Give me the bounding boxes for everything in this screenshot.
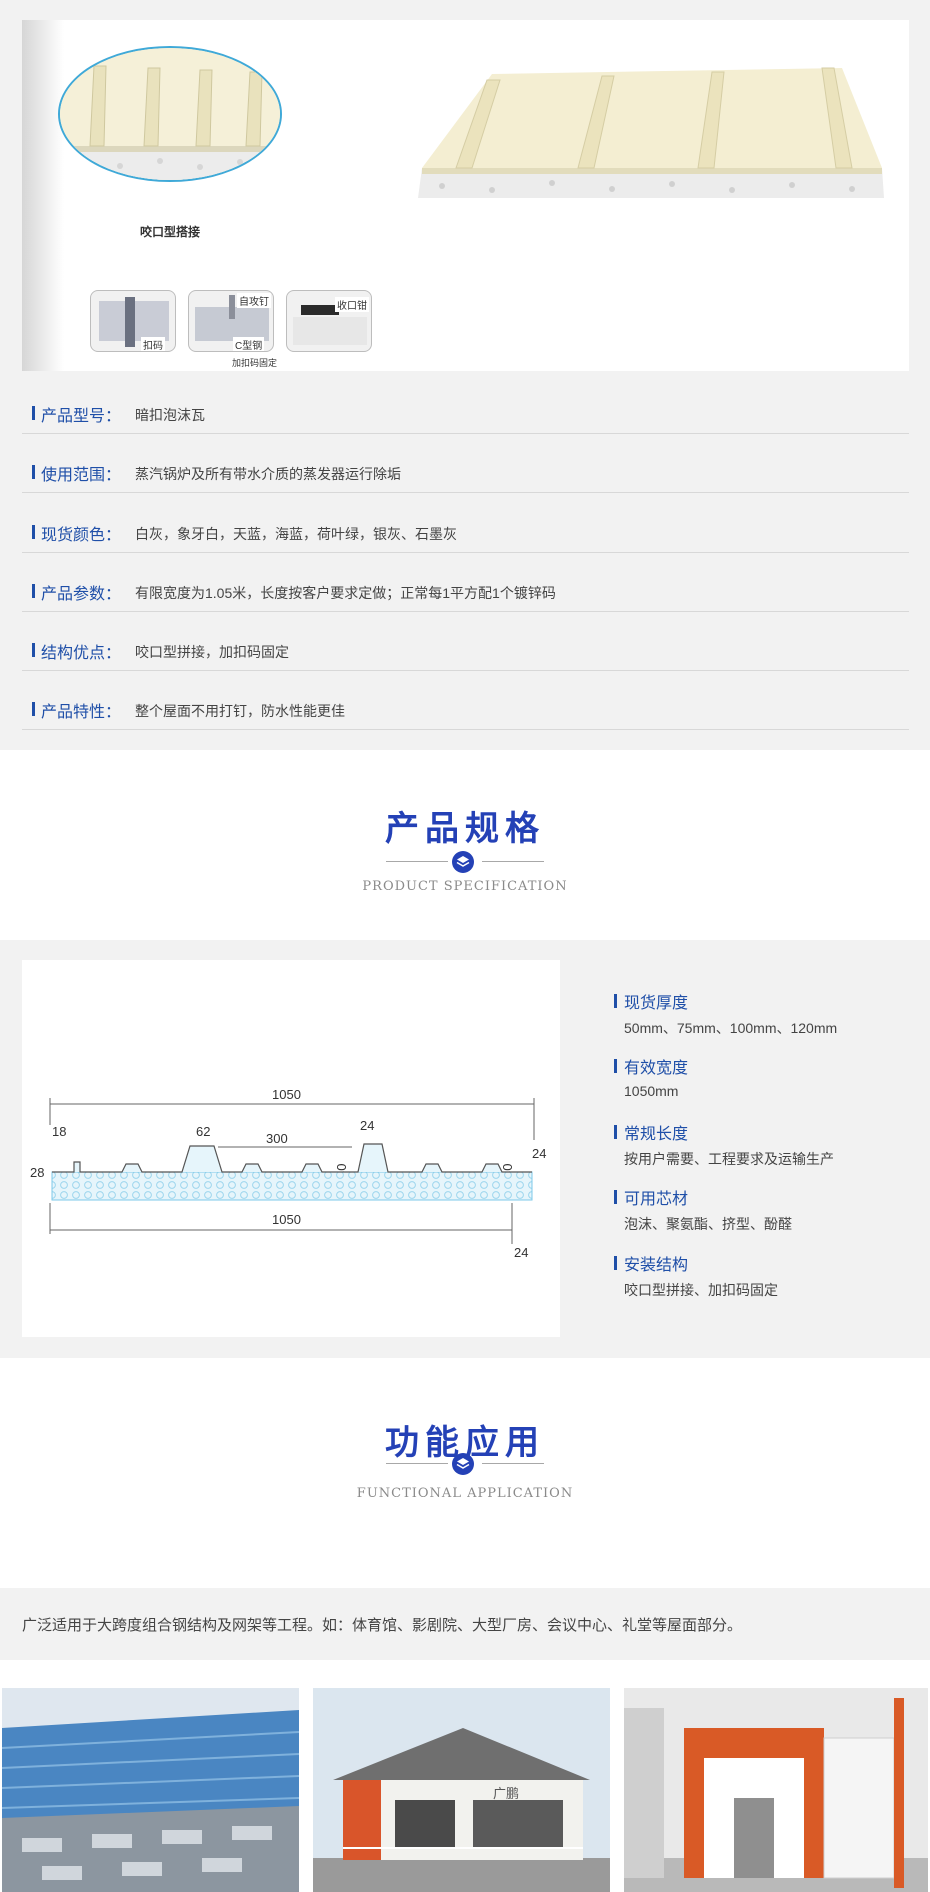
property-value: 白灰，象牙白，天蓝，海蓝，荷叶绿，银灰、石墨灰 [135,526,457,542]
photo-house: 广鹏 [313,1688,610,1892]
property-label: 结构优点： [41,645,122,662]
spec-title-divider [386,851,544,873]
spec-label: 安装结构 [624,1257,689,1274]
divider-line [482,861,544,862]
row-marker [32,406,35,420]
spec-marker [614,1059,617,1073]
specification-section: 1050 18 62 300 24 28 30 30 24 1050 24 现货… [0,940,930,1358]
thumb-screw: 自攻钉 C型钢 [188,290,274,352]
dim-top-width: 1050 [272,1087,301,1102]
house-sign: 广鹏 [493,1787,519,1802]
spec-marker [614,994,617,1008]
property-row-features: 产品特性： 整个屋面不用打钉，防水性能更佳 [22,686,909,730]
spec-label: 现货厚度 [624,995,689,1012]
thumb-label-pliers: 收口钳 [335,297,369,312]
dim-62: 62 [196,1124,210,1139]
row-marker [32,584,35,598]
spec-label: 常规长度 [624,1126,689,1143]
hero-shadow-edge [22,20,64,371]
thumb-label-screw: 自攻钉 [237,293,271,308]
property-row-colors: 现货颜色： 白灰，象牙白，天蓝，海蓝，荷叶绿，银灰、石墨灰 [22,509,909,553]
spec-marker [614,1190,617,1204]
property-value: 蒸汽锅炉及所有带水介质的蒸发器运行除垢 [135,466,401,482]
dim-bottom-width: 1050 [272,1212,301,1227]
thumb-label-clip: 扣码 [141,337,165,351]
photo-factory-roof [2,1688,299,1892]
sandwich-panel-illustration [418,67,884,198]
thumb-subcaption: 加扣码固定 [232,358,278,368]
application-description: 广泛适用于大跨度组合钢结构及网架等工程。如：体育馆、影剧院、大型厂房、会议中心、… [22,1617,743,1634]
property-row-model: 产品型号： 暗扣泡沫瓦 [22,390,909,434]
spec-marker [614,1125,617,1139]
dim-18: 18 [52,1124,66,1139]
property-row-params: 产品参数： 有限宽度为1.05米，长度按客户要求定做；正常每1平方配1个镀锌码 [22,568,909,612]
product-overview-section: 咬口型搭接 扣码 自攻钉 C型钢 收口钳 加扣码固定 产品型号： 暗扣泡沫瓦 使… [0,0,930,750]
application-section-subtitle: FUNCTIONAL APPLICATION [356,1486,574,1501]
application-title-divider [386,1453,544,1475]
thumb-clip: 扣码 [90,290,176,352]
property-label: 产品型号： [41,408,122,425]
dim-28: 28 [30,1165,44,1180]
divider-line [482,1463,544,1464]
row-marker [32,702,35,716]
photo-booth [624,1688,928,1892]
property-value: 整个屋面不用打钉，防水性能更佳 [135,703,345,719]
row-marker [32,643,35,657]
property-value: 暗扣泡沫瓦 [135,407,205,423]
row-marker [32,525,35,539]
property-label: 产品参数： [41,586,122,603]
layers-icon [452,851,474,873]
spec-value: 按用户需要、工程要求及运输生产 [624,1151,834,1167]
dim-24-top: 24 [360,1118,374,1133]
spec-label: 有效宽度 [624,1060,689,1077]
property-value: 有限宽度为1.05米，长度按客户要求定做；正常每1平方配1个镀锌码 [135,585,556,601]
divider-line [386,1463,448,1464]
product-image: 咬口型搭接 扣码 自攻钉 C型钢 收口钳 加扣码固定 [22,20,909,371]
thumb-label-c-steel: C型钢 [233,337,265,351]
property-value: 咬口型拼接，加扣码固定 [135,644,289,660]
property-row-structure: 结构优点： 咬口型拼接，加扣码固定 [22,627,909,671]
spec-section-subtitle: PRODUCT SPECIFICATION [362,879,568,894]
thumb-pliers: 收口钳 [286,290,372,352]
spec-value: 50mm、75mm、100mm、120mm [624,1020,838,1036]
layers-icon [452,1453,474,1475]
spec-value: 泡沫、聚氨酯、挤型、酚醛 [624,1216,792,1232]
property-row-usage: 使用范围： 蒸汽锅炉及所有带水介质的蒸发器运行除垢 [22,449,909,493]
row-marker [32,465,35,479]
seam-closeup-oval [58,46,282,182]
property-label: 现货颜色： [41,527,122,544]
divider-line [386,861,448,862]
spec-section-title: 产品规格 [385,810,545,848]
spec-marker [614,1256,617,1270]
oval-caption: 咬口型搭接 [140,225,201,239]
dim-24-bottom: 24 [514,1245,528,1260]
panel-profile-diagram: 1050 18 62 300 24 28 30 30 24 1050 24 [22,960,560,1337]
spec-label: 可用芯材 [624,1191,689,1208]
dim-24-side: 24 [532,1146,546,1161]
spec-value: 咬口型拼接、加扣码固定 [624,1282,778,1298]
property-label: 产品特性： [41,704,122,721]
property-label: 使用范围： [41,467,122,484]
application-description-box: 广泛适用于大跨度组合钢结构及网架等工程。如：体育馆、影剧院、大型厂房、会议中心、… [0,1588,930,1660]
dim-300: 300 [266,1131,288,1146]
spec-value: 1050mm [624,1083,679,1099]
